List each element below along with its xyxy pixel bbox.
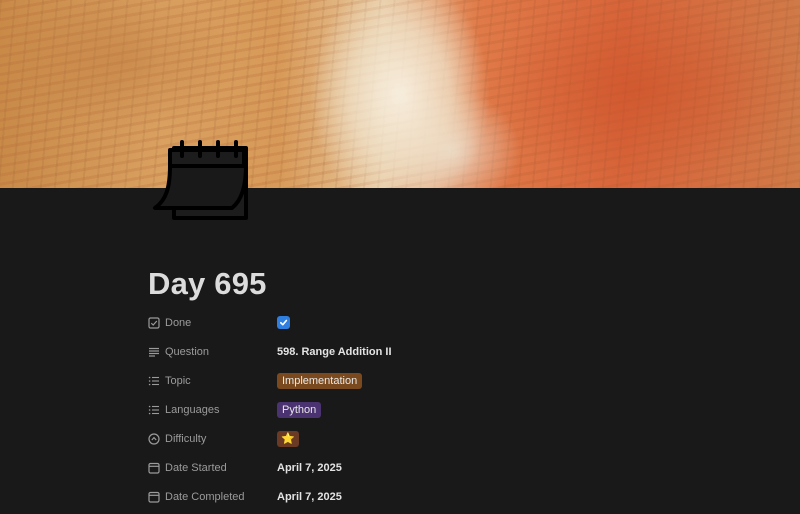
language-tag[interactable]: Python xyxy=(277,401,322,418)
calendar-small-icon xyxy=(148,462,160,474)
difficulty-tag[interactable]: ⭐ xyxy=(277,430,299,447)
property-label-done: Done xyxy=(148,317,277,329)
topic-tag[interactable]: Implementation xyxy=(277,372,363,389)
question-value[interactable]: 598. Range Addition II xyxy=(277,346,392,358)
property-label-text: Difficulty xyxy=(165,432,207,445)
property-label-text: Topic xyxy=(165,374,191,387)
property-done[interactable]: Done xyxy=(148,308,708,337)
property-label-question: Question xyxy=(148,346,277,358)
property-label-text: Done xyxy=(165,316,192,329)
property-date-started[interactable]: Date Started April 7, 2025 xyxy=(148,453,708,482)
page-title[interactable]: Day 695 xyxy=(148,266,267,302)
property-label-date-completed: Date Completed xyxy=(148,491,277,503)
list-icon xyxy=(148,405,159,414)
property-label-text: Question xyxy=(165,345,210,358)
text-lines-icon xyxy=(149,347,159,357)
calendar-small-icon xyxy=(148,491,160,503)
cover-image xyxy=(0,0,800,188)
check-icon xyxy=(279,319,288,326)
list-icon xyxy=(148,376,159,385)
date-started-value[interactable]: April 7, 2025 xyxy=(277,462,342,474)
property-question[interactable]: Question 598. Range Addition II xyxy=(148,337,708,366)
property-date-completed[interactable]: Date Completed April 7, 2025 xyxy=(148,482,708,511)
property-languages[interactable]: Languages Python xyxy=(148,395,708,424)
calendar-icon[interactable] xyxy=(152,138,250,224)
circle-chevron-icon xyxy=(148,432,160,445)
property-label-date-started: Date Started xyxy=(148,462,277,474)
property-label-text: Date Started xyxy=(165,461,227,474)
property-label-text: Date Completed xyxy=(165,490,245,503)
checkbox-icon xyxy=(148,316,160,329)
date-completed-value[interactable]: April 7, 2025 xyxy=(277,491,342,503)
property-label-difficulty: Difficulty xyxy=(148,433,277,445)
property-label-text: Languages xyxy=(165,403,220,416)
property-label-topic: Topic xyxy=(148,375,277,387)
property-label-languages: Languages xyxy=(148,404,277,416)
property-topic[interactable]: Topic Implementation xyxy=(148,366,708,395)
property-difficulty[interactable]: Difficulty ⭐ xyxy=(148,424,708,453)
properties-panel: Done Question 598. Range Addition II Top… xyxy=(148,308,708,511)
done-checkbox[interactable] xyxy=(277,316,290,329)
